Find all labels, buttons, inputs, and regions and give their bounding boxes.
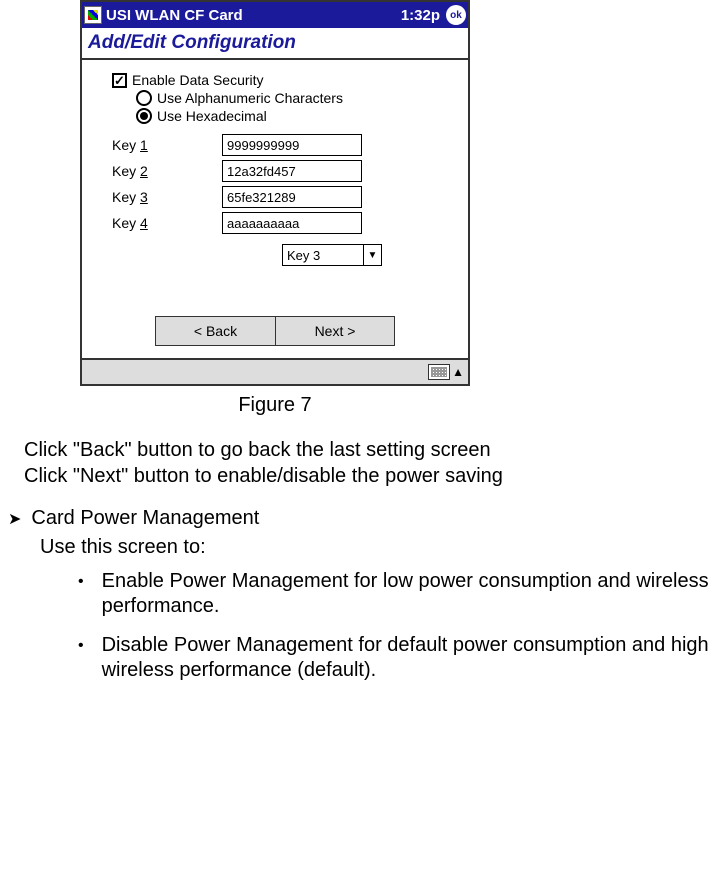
key2-input[interactable] [222,160,362,182]
instruction-line-1: Click "Back" button to go back the last … [24,437,713,463]
bullets-list: Enable Power Management for low power co… [78,569,713,683]
bottom-bar: ▲ [82,358,468,384]
key3-label: Key 3 [112,189,222,205]
alphanumeric-label: Use Alphanumeric Characters [157,90,343,106]
next-button[interactable]: Next > [275,316,395,346]
instruction-block: Click "Back" button to go back the last … [24,437,713,489]
app-title: USI WLAN CF Card [106,7,401,24]
section-heading: ➤ Card Power Management [8,507,713,530]
clock-time: 1:32p [401,7,440,24]
enable-security-label: Enable Data Security [132,72,264,88]
list-item: Enable Power Management for low power co… [78,569,713,619]
hexadecimal-radio[interactable] [136,108,152,124]
keyboard-icon[interactable] [428,364,450,380]
section-intro: Use this screen to: [40,536,713,559]
titlebar: USI WLAN CF Card 1:32p ok [82,2,468,28]
back-button[interactable]: < Back [155,316,275,346]
enable-security-checkbox[interactable] [112,73,127,88]
hexadecimal-label: Use Hexadecimal [157,108,267,124]
key4-input[interactable] [222,212,362,234]
alphanumeric-radio[interactable] [136,90,152,106]
key-select-dropdown[interactable]: Key 3 [282,244,382,266]
key1-input[interactable] [222,134,362,156]
key1-label: Key 1 [112,137,222,153]
bullet-triangle-icon: ➤ [8,509,21,529]
device-window: USI WLAN CF Card 1:32p ok Add/Edit Confi… [80,0,470,386]
section-title: Card Power Management [31,507,259,530]
instruction-line-2: Click "Next" button to enable/disable th… [24,463,713,489]
chevron-down-icon [363,245,381,265]
key3-input[interactable] [222,186,362,208]
page-subtitle: Add/Edit Configuration [82,28,468,60]
list-item: Disable Power Management for default pow… [78,633,713,683]
figure-caption: Figure 7 [80,394,470,417]
key-select-value: Key 3 [287,248,320,263]
ok-button[interactable]: ok [446,5,466,25]
config-content: Enable Data Security Use Alphanumeric Ch… [82,60,468,358]
key4-label: Key 4 [112,215,222,231]
windows-icon [84,6,102,24]
up-arrow-icon[interactable]: ▲ [452,365,464,379]
key2-label: Key 2 [112,163,222,179]
